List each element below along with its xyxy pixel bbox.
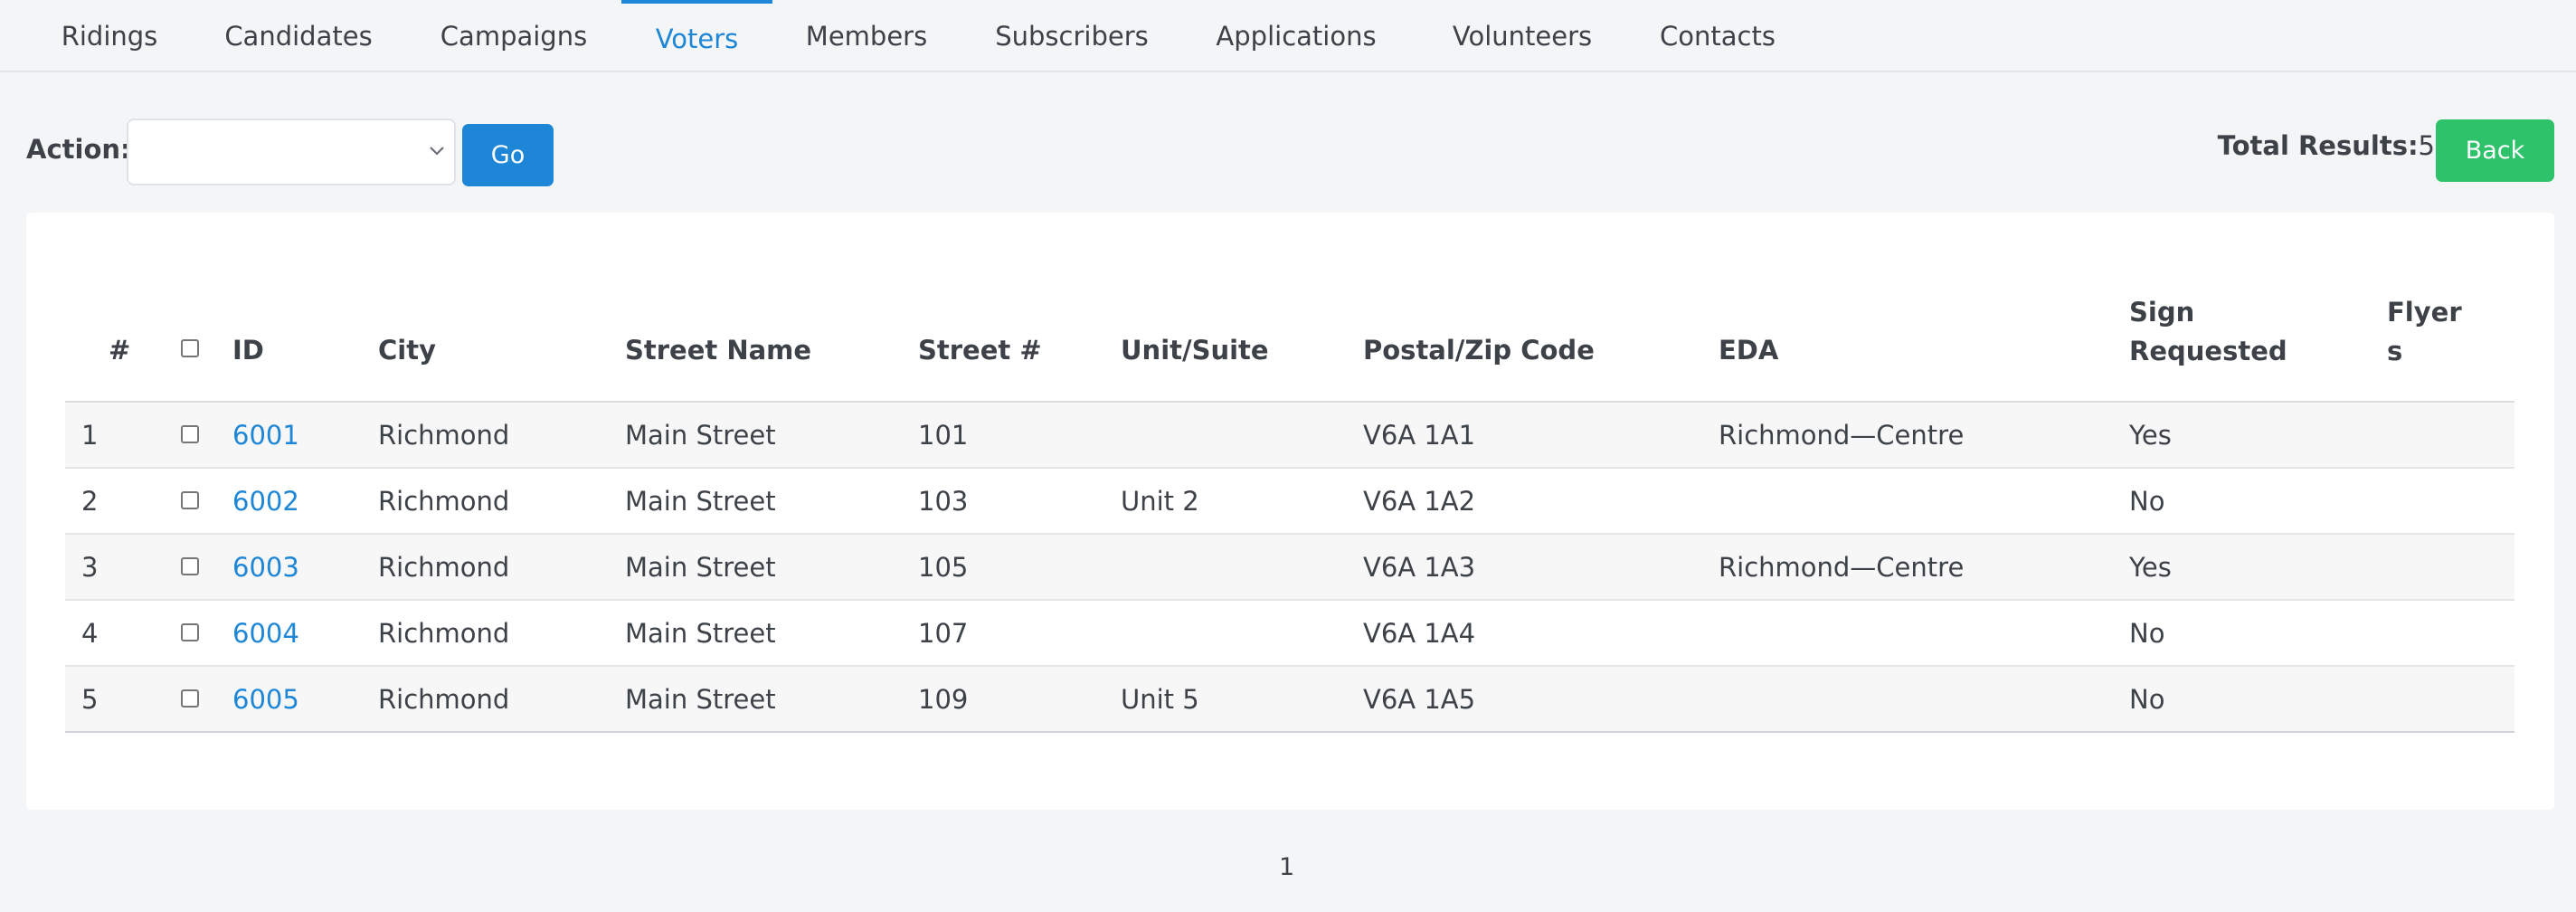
tab-members[interactable]: Members [792,0,941,72]
cell-street-name: Main Street [625,551,776,583]
cell-sign-requested: Yes [2129,551,2172,583]
cell-street-number: 101 [918,419,969,451]
cell-city: Richmond [378,485,510,517]
row-checkbox[interactable] [181,623,199,641]
col-header-postal: Postal/Zip Code [1363,335,1595,366]
cell-number: 1 [81,419,99,451]
col-header-city: City [378,335,436,366]
tab-campaigns[interactable]: Campaigns [425,0,602,72]
col-header-sign-line1: Sign [2129,297,2195,328]
row-checkbox[interactable] [181,557,199,575]
cell-postal: V6A 1A5 [1363,683,1476,715]
col-header-sign-line2: Requested [2129,336,2287,366]
pagination-page-1[interactable]: 1 [1279,853,1294,881]
cell-postal: V6A 1A4 [1363,617,1476,649]
table-row: 1 6001 Richmond Main Street 101 V6A 1A1 … [65,403,2514,469]
row-checkbox[interactable] [181,491,199,509]
col-header-flyers-line2: s [2387,336,2403,366]
cell-sign-requested: No [2129,683,2165,715]
total-results-count: 5 [2418,130,2435,161]
col-header-street-number: Street # [918,335,1042,366]
row-checkbox[interactable] [181,425,199,443]
cell-unit: Unit 2 [1121,485,1199,517]
cell-sign-requested: Yes [2129,419,2172,451]
col-header-street-name: Street Name [625,335,812,366]
tab-volunteers[interactable]: Volunteers [1443,0,1602,72]
action-label: Action: [26,134,131,165]
voters-table-card: # ID City Street Name Street # Unit/Suit… [26,213,2554,810]
cell-city: Richmond [378,419,510,451]
tab-ridings[interactable]: Ridings [48,0,171,72]
table-row: 4 6004 Richmond Main Street 107 V6A 1A4 … [65,601,2514,667]
table-row: 3 6003 Richmond Main Street 105 V6A 1A3 … [65,535,2514,601]
cell-postal: V6A 1A2 [1363,485,1476,517]
col-header-number: # [109,335,131,366]
row-checkbox[interactable] [181,689,199,708]
cell-id-link[interactable]: 6005 [232,667,299,731]
cell-postal: V6A 1A3 [1363,551,1476,583]
cell-city: Richmond [378,551,510,583]
cell-id-link[interactable]: 6003 [232,535,299,599]
select-all-checkbox[interactable] [181,339,199,357]
col-header-unit: Unit/Suite [1121,335,1269,366]
table-row: 5 6005 Richmond Main Street 109 Unit 5 V… [65,667,2514,733]
cell-id-link[interactable]: 6004 [232,601,299,665]
cell-number: 3 [81,551,99,583]
table-header: # ID City Street Name Street # Unit/Suit… [65,297,2514,403]
action-select[interactable] [127,119,456,185]
cell-street-number: 103 [918,485,969,517]
cell-sign-requested: No [2129,485,2165,517]
cell-street-name: Main Street [625,617,776,649]
tab-candidates[interactable]: Candidates [213,0,384,72]
col-header-flyers: Flyer s [2387,293,2462,371]
col-header-sign-requested: Sign Requested [2129,293,2287,371]
tab-subscribers[interactable]: Subscribers [986,0,1158,72]
go-button[interactable]: Go [462,124,554,186]
cell-street-name: Main Street [625,485,776,517]
cell-number: 4 [81,617,99,649]
cell-unit: Unit 5 [1121,683,1199,715]
tab-contacts[interactable]: Contacts [1647,0,1788,72]
col-header-flyers-line1: Flyer [2387,297,2462,328]
back-button[interactable]: Back [2436,119,2554,182]
cell-street-name: Main Street [625,419,776,451]
cell-city: Richmond [378,617,510,649]
cell-id-link[interactable]: 6001 [232,403,299,467]
cell-number: 5 [81,683,99,715]
cell-street-number: 107 [918,617,969,649]
total-results-label: Total Results: [2217,130,2419,161]
cell-sign-requested: No [2129,617,2165,649]
total-results: Total Results:5 [2218,130,2435,161]
tab-voters[interactable]: Voters [621,0,772,72]
cell-city: Richmond [378,683,510,715]
cell-street-number: 109 [918,683,969,715]
chevron-down-icon [430,147,444,156]
cell-id-link[interactable]: 6002 [232,469,299,533]
cell-street-name: Main Street [625,683,776,715]
cell-eda: Richmond—Centre [1719,419,1965,451]
tab-applications[interactable]: Applications [1208,0,1385,72]
cell-number: 2 [81,485,99,517]
cell-eda: Richmond—Centre [1719,551,1965,583]
cell-postal: V6A 1A1 [1363,419,1476,451]
cell-street-number: 105 [918,551,969,583]
col-header-id: ID [232,335,264,366]
table-row: 2 6002 Richmond Main Street 103 Unit 2 V… [65,469,2514,535]
tab-bar: Ridings Candidates Campaigns Voters Memb… [0,0,2576,72]
col-header-eda: EDA [1719,335,1779,366]
